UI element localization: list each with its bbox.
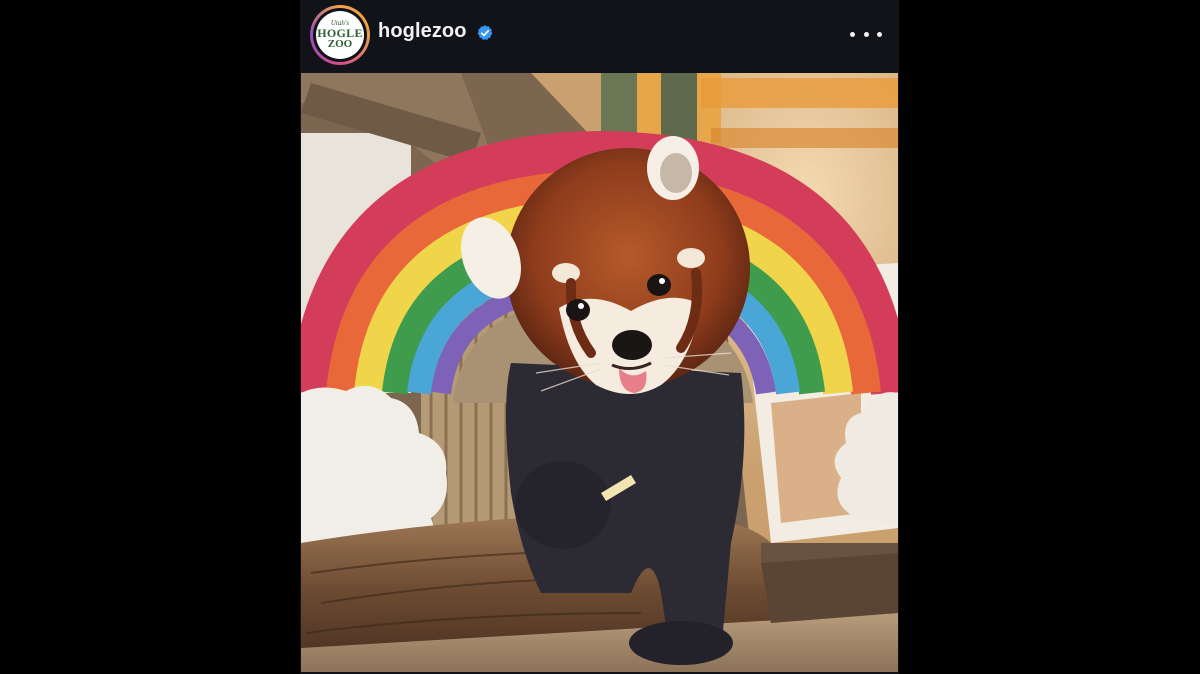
red-panda-photo — [301, 73, 898, 672]
hogle-zoo-logo: Utah's HOGLE ZOO — [316, 11, 364, 59]
screen: Utah's HOGLE ZOO hoglezoo — [0, 0, 1200, 674]
more-dot-icon — [877, 31, 882, 37]
more-dot-icon — [863, 31, 869, 37]
more-dot-icon — [850, 31, 855, 37]
username-link[interactable]: hoglezoo — [378, 20, 467, 43]
verified-badge-icon — [477, 25, 493, 40]
logo-line-3: ZOO — [327, 38, 353, 50]
instagram-post: Utah's HOGLE ZOO hoglezoo — [300, 0, 899, 674]
post-photo[interactable] — [301, 73, 898, 672]
more-options-button[interactable] — [850, 22, 882, 46]
post-header: Utah's HOGLE ZOO hoglezoo — [300, 0, 899, 72]
avatar[interactable]: Utah's HOGLE ZOO — [310, 5, 370, 65]
